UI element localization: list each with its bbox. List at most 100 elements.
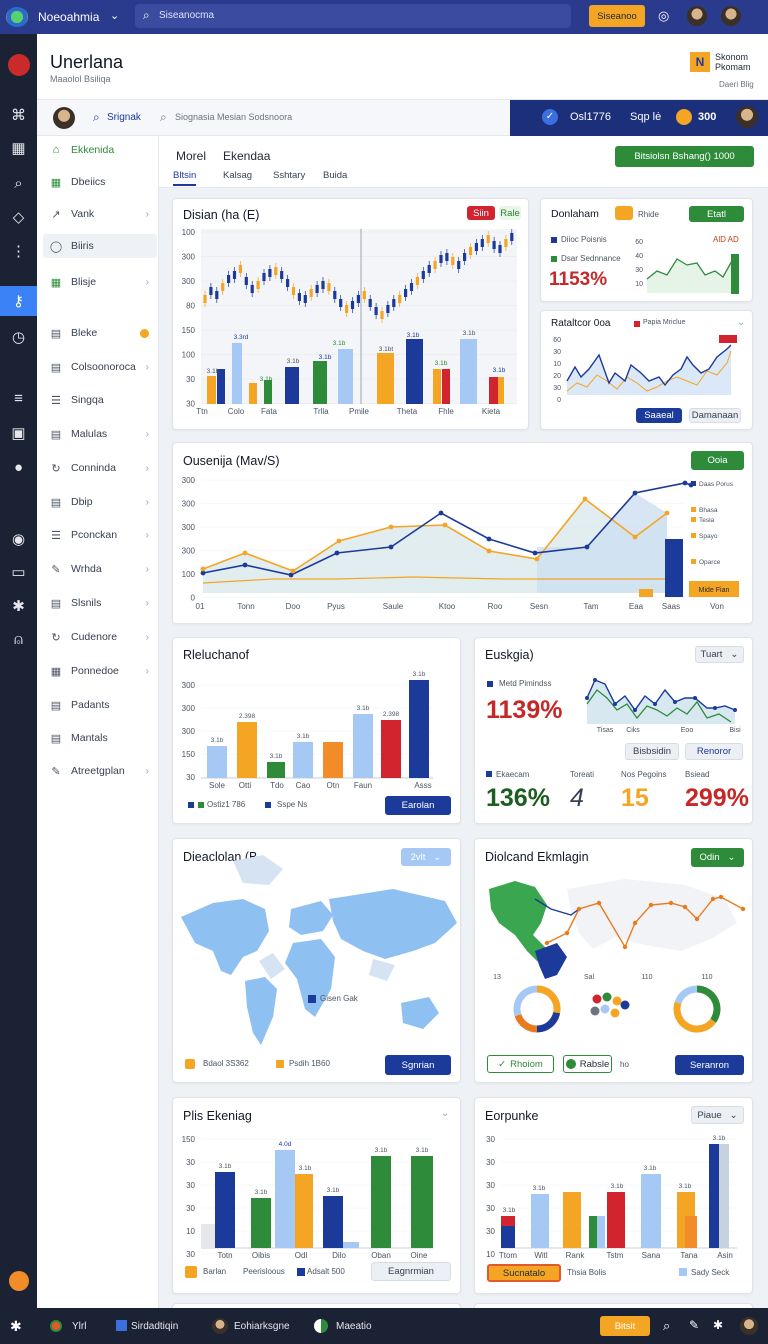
- sidebar-item-4[interactable]: ▦ Blisje ›: [43, 270, 157, 294]
- taskbar-user-avatar[interactable]: [740, 1317, 758, 1335]
- chevron-down-icon[interactable]: ⌄: [110, 9, 119, 22]
- record-icon[interactable]: ◉: [0, 524, 37, 554]
- breadcrumb[interactable]: Morel: [176, 149, 206, 163]
- app-name[interactable]: Noeoahmia: [38, 10, 99, 24]
- candle-body: [309, 289, 313, 297]
- card9-button[interactable]: Eagnrmian: [371, 1262, 451, 1281]
- monitor-icon[interactable]: ▭: [0, 557, 37, 587]
- sidebar-item-3[interactable]: ◯ Biiris: [43, 234, 157, 258]
- legend-label: Oparce: [699, 559, 721, 566]
- brand-icon[interactable]: [0, 50, 37, 80]
- settings-icon[interactable]: ✱: [10, 1318, 22, 1335]
- help-icon[interactable]: ◎: [658, 8, 669, 24]
- card8-button-3[interactable]: Seranron: [675, 1055, 744, 1075]
- card3-button-2[interactable]: Damanaan: [689, 408, 741, 423]
- x-tick-label: Eoo: [681, 727, 694, 734]
- candle-body: [486, 235, 490, 243]
- search-icon[interactable]: ⌕: [663, 1318, 670, 1334]
- card7-button[interactable]: Sgnrian: [385, 1055, 451, 1075]
- app-logo-icon[interactable]: [6, 7, 28, 27]
- network-icon[interactable]: ⍝: [0, 624, 37, 654]
- subbar-tab[interactable]: Srignak: [107, 112, 141, 123]
- globe-icon[interactable]: [314, 1319, 328, 1333]
- stat-label: Toreati: [570, 770, 595, 779]
- tab-3[interactable]: Buida: [323, 170, 347, 184]
- sidebar-item-17[interactable]: ▤ Mantals: [43, 726, 157, 750]
- tab-1[interactable]: Kalsag: [223, 170, 252, 184]
- sidebar-item-12[interactable]: ✎ Wrhda ›: [43, 557, 157, 581]
- sidebar-item-18[interactable]: ✎ Atreetgplan ›: [43, 759, 157, 783]
- candle-body: [463, 253, 467, 261]
- card8-button-2[interactable]: Rabsle: [563, 1055, 612, 1073]
- sidebar-item-10[interactable]: ▤ Dbip ›: [43, 490, 157, 514]
- sidebar-item-14[interactable]: ↻ Cudenore ›: [43, 625, 157, 649]
- taskbar-action-button[interactable]: Bitsit: [600, 1316, 650, 1336]
- bar: [433, 369, 441, 404]
- breadcrumb-current[interactable]: Ekendaa: [223, 149, 270, 163]
- sidebar-item-11[interactable]: ☰ Pconckan ›: [43, 523, 157, 547]
- settings-icon[interactable]: ✱: [713, 1318, 723, 1332]
- user-avatar-secondary[interactable]: [721, 6, 741, 26]
- card10-button[interactable]: Sucnatalo: [487, 1264, 561, 1282]
- share-icon[interactable]: ⌘: [0, 100, 37, 130]
- status-avatar[interactable]: [736, 106, 758, 128]
- list-icon[interactable]: ≡: [0, 383, 37, 413]
- settings-icon[interactable]: ✱: [0, 591, 37, 621]
- sidebar-item-16[interactable]: ▤ Padants: [43, 693, 157, 717]
- dots-icon[interactable]: ⋮: [0, 236, 37, 266]
- apps-icon[interactable]: ▣: [0, 418, 37, 448]
- sidebar-item-label: Dbip: [71, 496, 93, 508]
- subbar-avatar[interactable]: [53, 107, 75, 129]
- notification-icon[interactable]: [0, 1266, 37, 1296]
- user-avatar[interactable]: [687, 6, 707, 26]
- page-action-button[interactable]: Bitsiolsn Bshang() 1000: [615, 146, 754, 167]
- top-action-button[interactable]: Siseanoo: [589, 5, 645, 27]
- taskbar-item-3[interactable]: Eohiarksgne: [234, 1308, 290, 1344]
- status-check-icon: ✓: [542, 109, 558, 125]
- x-tick-label: Tana: [680, 1251, 698, 1260]
- taskbar-item-1[interactable]: Ylrl: [72, 1308, 86, 1344]
- card6-button-2[interactable]: Renoror: [685, 743, 743, 760]
- app-icon[interactable]: [50, 1320, 62, 1332]
- search-input[interactable]: ⌕ Siseanocma: [135, 4, 571, 28]
- search-icon[interactable]: ⌕: [0, 168, 37, 198]
- subbar-search-input[interactable]: Siognasia Mesian Sodsnoora: [175, 112, 292, 122]
- taskbar-item-2[interactable]: Sirdadtiqin: [131, 1308, 178, 1344]
- y-tick-label: 300: [182, 704, 196, 713]
- sidebar-item-1[interactable]: ▦ Dbeiics: [43, 170, 157, 194]
- clock-icon[interactable]: ◷: [0, 322, 37, 352]
- card3-button-1[interactable]: Saaeal: [636, 408, 682, 423]
- sidebar-item-7[interactable]: ☰ Singqa: [43, 388, 157, 412]
- calendar-icon[interactable]: ▦: [0, 133, 37, 163]
- sidebar-item-9[interactable]: ↻ Conninda ›: [43, 456, 157, 480]
- data-point: [593, 678, 597, 682]
- status-count: 300: [698, 111, 717, 123]
- key-icon[interactable]: ⚷: [0, 286, 37, 316]
- card8-button-1[interactable]: ✓ Rhoiom: [487, 1055, 554, 1073]
- sidebar-item-13[interactable]: ▤ Slsnils ›: [43, 591, 157, 615]
- card5-button[interactable]: Earolan: [385, 796, 451, 815]
- taskbar-avatar[interactable]: [212, 1318, 228, 1334]
- user-icon[interactable]: ●: [0, 452, 37, 482]
- sidebar-item-6[interactable]: ▤ Colsoonoroca ›: [43, 355, 157, 379]
- y-tick-label: 60: [553, 337, 561, 344]
- data-label: 3.1b: [319, 354, 332, 361]
- tab-0[interactable]: Bltsin: [173, 170, 197, 186]
- tab-2[interactable]: Sshtary: [273, 170, 305, 184]
- edit-icon[interactable]: ✎: [689, 1318, 699, 1332]
- tag-icon[interactable]: ◇: [0, 202, 37, 232]
- x-tick-label: Sesn: [530, 602, 548, 611]
- sidebar-item-2[interactable]: ↗ Vank ›: [43, 202, 157, 226]
- y-tick-label: 300: [182, 277, 196, 286]
- sidebar-item-15[interactable]: ▦ Ponnedoe ›: [43, 659, 157, 683]
- stat-label: Bsiead: [685, 770, 710, 779]
- sidebar-item-5[interactable]: ▤ Bleke: [43, 321, 157, 345]
- taskbar-item-4[interactable]: Maeatio: [336, 1308, 372, 1344]
- bar: [371, 1156, 391, 1248]
- sidebar-item-8[interactable]: ▤ Malulas ›: [43, 422, 157, 446]
- sidebar-item-0[interactable]: ⌂ Ekkenida: [43, 138, 157, 162]
- window-icon[interactable]: [116, 1320, 127, 1331]
- card6-button-1[interactable]: Bisbsidin: [625, 743, 679, 760]
- refresh-icon: ↻: [51, 631, 61, 644]
- bar: [313, 361, 327, 404]
